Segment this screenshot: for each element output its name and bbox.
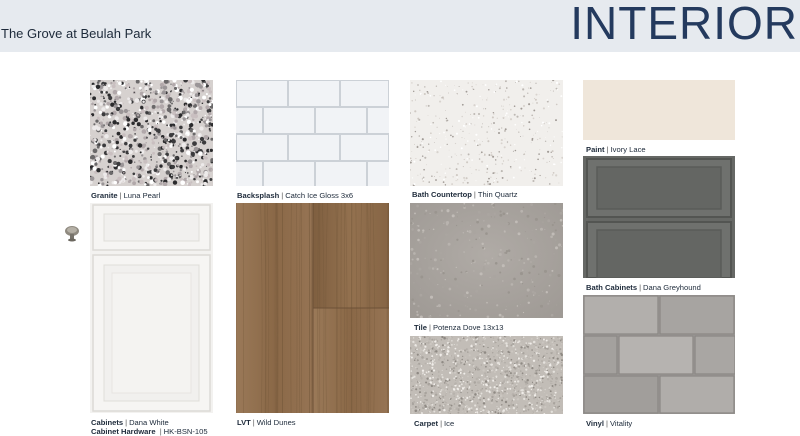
page-title: INTERIOR	[570, 0, 798, 50]
vinyl-name: Vitality	[610, 419, 632, 428]
backsplash-category: Backsplash	[237, 191, 279, 200]
cabinets-caption: Cabinets|Dana White Cabinet Hardware |HK…	[91, 418, 208, 436]
granite-name: Luna Pearl	[124, 191, 161, 200]
paint-category: Paint	[586, 145, 605, 154]
carpet-swatch	[410, 336, 563, 414]
bath-cabinets-swatch	[583, 156, 735, 278]
backsplash-swatch	[236, 80, 389, 186]
bath-cabinets-caption: Bath Cabinets|Dana Greyhound	[586, 283, 701, 292]
granite-swatch	[90, 80, 213, 186]
community-name: The Grove at Beulah Park	[1, 26, 151, 41]
cabinets-category: Cabinets	[91, 418, 123, 427]
vinyl-caption: Vinyl|Vitality	[586, 419, 632, 428]
granite-caption: Granite|Luna Pearl	[91, 191, 160, 200]
lvt-category: LVT	[237, 418, 251, 427]
paint-swatch	[583, 80, 735, 140]
bath-countertop-category: Bath Countertop	[412, 190, 472, 199]
bath-countertop-swatch	[410, 80, 563, 186]
lvt-swatch	[236, 203, 389, 413]
bath-cabinets-category: Bath Cabinets	[586, 283, 637, 292]
vinyl-swatch	[583, 295, 735, 414]
paint-name: Ivory Lace	[611, 145, 646, 154]
cabinets-swatch	[90, 203, 213, 413]
bath-countertop-caption: Bath Countertop|Thin Quartz	[412, 190, 518, 199]
paint-caption: Paint|Ivory Lace	[586, 145, 646, 154]
lvt-name: Wild Dunes	[257, 418, 296, 427]
backsplash-name: Catch Ice Gloss 3x6	[285, 191, 353, 200]
cabinet-knob-image	[63, 224, 81, 242]
backsplash-caption: Backsplash|Catch Ice Gloss 3x6	[237, 191, 353, 200]
lvt-caption: LVT|Wild Dunes	[237, 418, 296, 427]
cabinets-name: Dana White	[129, 418, 169, 427]
vinyl-category: Vinyl	[586, 419, 604, 428]
tile-name: Potenza Dove 13x13	[433, 323, 504, 332]
bath-countertop-name: Thin Quartz	[478, 190, 518, 199]
carpet-caption: Carpet|Ice	[414, 419, 454, 428]
tile-swatch	[410, 203, 563, 318]
tile-caption: Tile|Potenza Dove 13x13	[414, 323, 503, 332]
carpet-name: Ice	[444, 419, 454, 428]
bath-cabinets-name: Dana Greyhound	[643, 283, 701, 292]
tile-category: Tile	[414, 323, 427, 332]
granite-category: Granite	[91, 191, 118, 200]
carpet-category: Carpet	[414, 419, 438, 428]
